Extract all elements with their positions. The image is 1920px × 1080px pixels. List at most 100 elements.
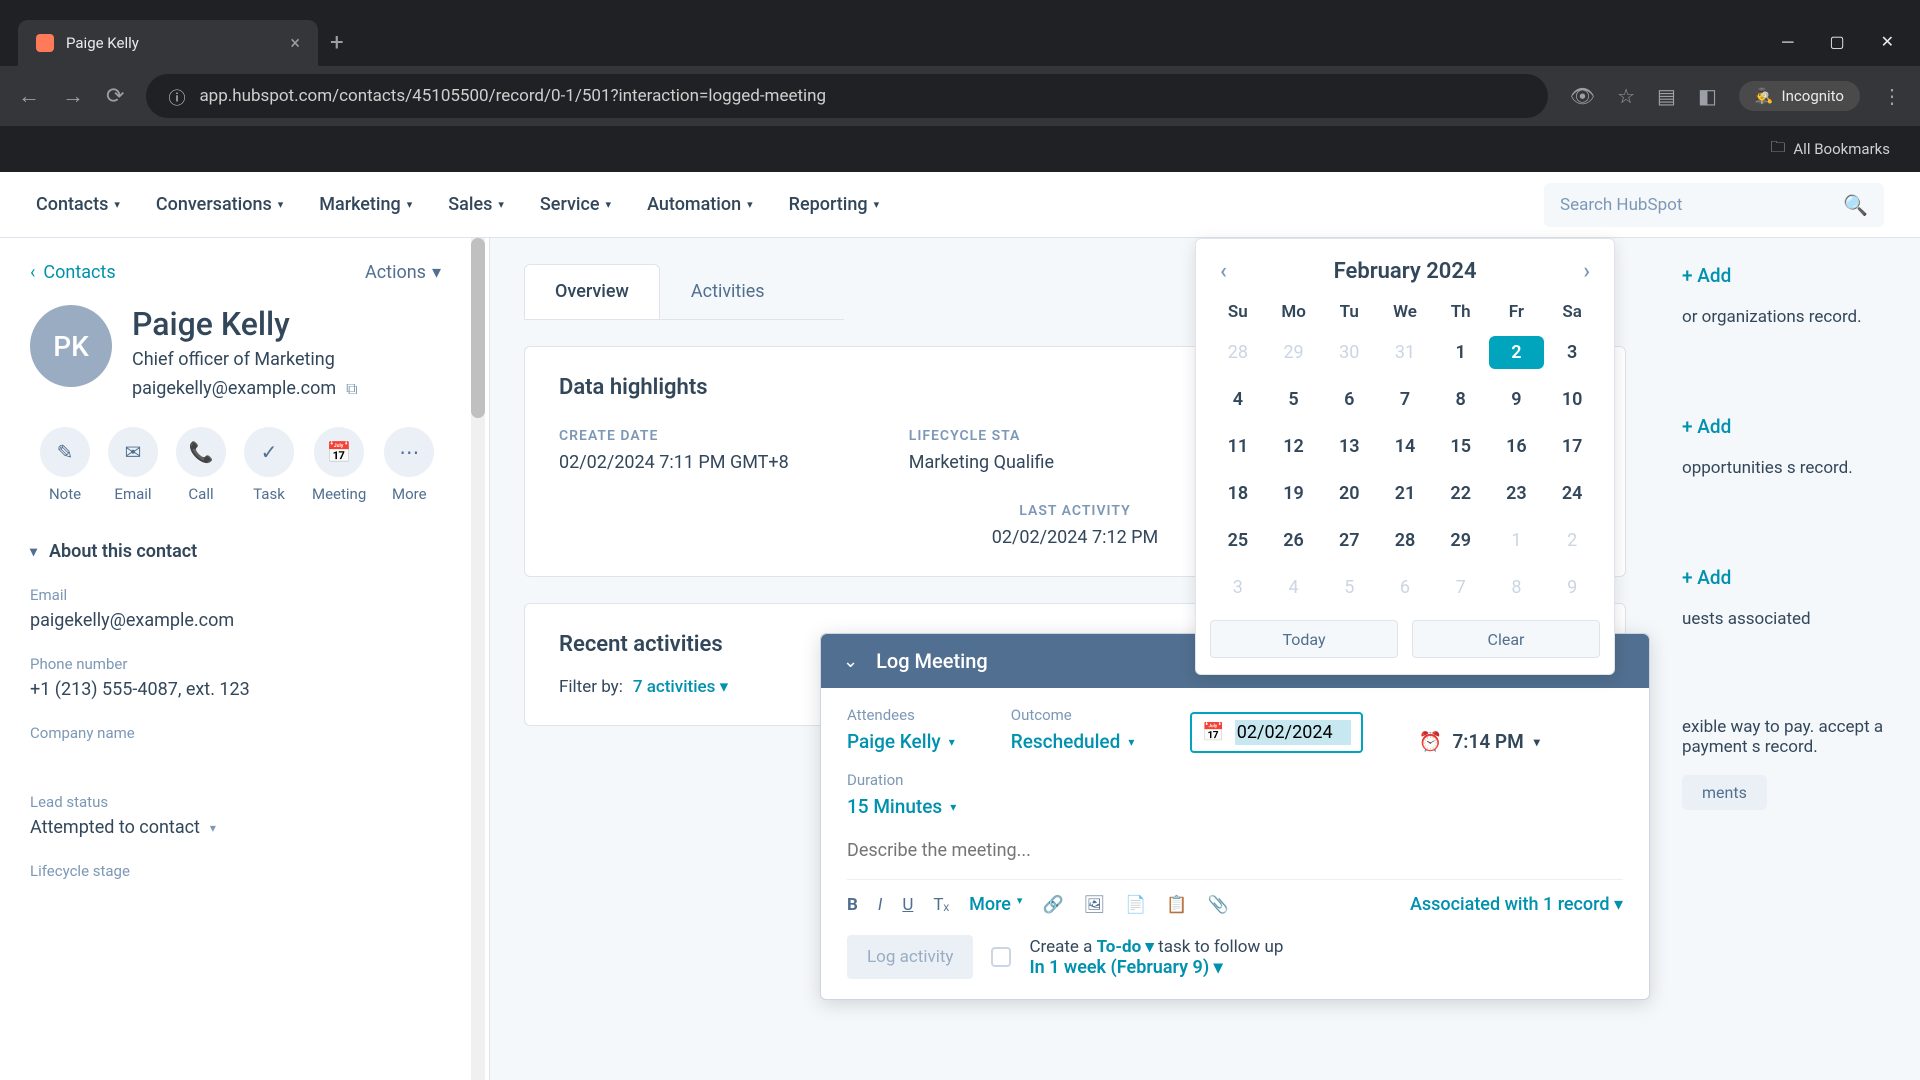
calendar-day[interactable]: 3 <box>1210 571 1266 604</box>
meeting-button[interactable]: 📅Meeting <box>312 427 366 503</box>
all-bookmarks-link[interactable]: All Bookmarks <box>1793 140 1890 158</box>
email-button[interactable]: ✉Email <box>108 427 158 503</box>
new-tab-button[interactable]: + <box>330 28 344 56</box>
tab-overview[interactable]: Overview <box>524 264 660 319</box>
followup-date-dropdown[interactable]: In 1 week (February 9) ▾ <box>1029 957 1283 978</box>
image-icon[interactable]: 🖼 <box>1084 895 1106 915</box>
attach-icon[interactable]: 📎 <box>1208 895 1229 915</box>
calendar-day[interactable]: 17 <box>1544 430 1600 463</box>
calendar-day[interactable]: 1 <box>1433 336 1489 369</box>
calendar-day[interactable]: 7 <box>1377 383 1433 416</box>
calendar-day[interactable]: 8 <box>1433 383 1489 416</box>
snippet-icon[interactable]: 📄 <box>1125 895 1146 915</box>
add-company-button[interactable]: + Add <box>1682 264 1898 287</box>
nav-service[interactable]: Service▾ <box>540 194 611 215</box>
clear-format-icon[interactable]: Tₓ <box>933 895 949 915</box>
email-field[interactable]: paigekelly@example.com <box>30 610 459 631</box>
calendar-day[interactable]: 2 <box>1544 524 1600 557</box>
calendar-day[interactable]: 2 <box>1489 336 1545 369</box>
bold-icon[interactable]: B <box>847 895 858 915</box>
calendar-day[interactable]: 5 <box>1321 571 1377 604</box>
about-section-header[interactable]: ▾ About this contact <box>30 541 459 562</box>
address-bar[interactable]: ⓘ app.hubspot.com/contacts/45105500/reco… <box>146 74 1547 118</box>
calendar-day[interactable]: 26 <box>1266 524 1322 557</box>
forward-icon[interactable]: → <box>62 83 84 109</box>
next-month-button[interactable]: › <box>1583 259 1590 284</box>
calendar-day[interactable]: 20 <box>1321 477 1377 510</box>
nav-marketing[interactable]: Marketing▾ <box>319 194 412 215</box>
calendar-day[interactable]: 7 <box>1433 571 1489 604</box>
prev-month-button[interactable]: ‹ <box>1220 259 1227 284</box>
search-input[interactable]: Search HubSpot 🔍 <box>1544 183 1884 227</box>
bookmark-star-icon[interactable]: ☆ <box>1617 84 1635 108</box>
link-icon[interactable]: 🔗 <box>1042 895 1063 915</box>
call-button[interactable]: 📞Call <box>176 427 226 503</box>
calendar-day[interactable]: 1 <box>1489 524 1545 557</box>
more-format-dropdown[interactable]: More▾ <box>969 894 1022 915</box>
nav-automation[interactable]: Automation▾ <box>647 194 753 215</box>
date-field[interactable] <box>1235 720 1351 745</box>
filter-dropdown[interactable]: 7 activities ▾ <box>633 677 728 697</box>
calendar-day[interactable]: 8 <box>1489 571 1545 604</box>
copy-icon[interactable]: ⧉ <box>346 379 357 399</box>
calendar-day[interactable]: 11 <box>1210 430 1266 463</box>
back-icon[interactable]: ← <box>18 83 40 109</box>
description-input[interactable] <box>847 840 1623 861</box>
calendar-day[interactable]: 12 <box>1266 430 1322 463</box>
minimize-icon[interactable]: ─ <box>1782 32 1793 52</box>
incognito-badge[interactable]: 🕵 Incognito <box>1739 81 1860 111</box>
time-dropdown[interactable]: ⏰ 7:14 PM▾ <box>1419 730 1540 753</box>
calendar-day[interactable]: 13 <box>1321 430 1377 463</box>
task-button[interactable]: ✓Task <box>244 427 294 503</box>
today-button[interactable]: Today <box>1210 620 1398 658</box>
doc-icon[interactable]: 📋 <box>1166 895 1187 915</box>
calendar-day[interactable]: 10 <box>1544 383 1600 416</box>
calendar-day[interactable]: 29 <box>1433 524 1489 557</box>
calendar-day[interactable]: 31 <box>1377 336 1433 369</box>
calendar-day[interactable]: 30 <box>1321 336 1377 369</box>
calendar-day[interactable]: 24 <box>1544 477 1600 510</box>
calendar-day[interactable]: 6 <box>1321 383 1377 416</box>
phone-field[interactable]: +1 (213) 555-4087, ext. 123 <box>30 679 459 700</box>
associated-dropdown[interactable]: Associated with 1 record ▾ <box>1410 894 1623 915</box>
reload-icon[interactable]: ⟳ <box>106 84 124 109</box>
lead-status-select[interactable]: Attempted to contact▾ <box>30 817 459 838</box>
italic-icon[interactable]: I <box>878 895 882 915</box>
clear-button[interactable]: Clear <box>1412 620 1600 658</box>
calendar-day[interactable]: 9 <box>1489 383 1545 416</box>
tab-activities[interactable]: Activities <box>660 264 796 319</box>
note-button[interactable]: ✎Note <box>40 427 90 503</box>
nav-sales[interactable]: Sales▾ <box>448 194 504 215</box>
calendar-day[interactable]: 3 <box>1544 336 1600 369</box>
chrome-menu-icon[interactable]: ⋮ <box>1882 84 1902 108</box>
log-activity-button[interactable]: Log activity <box>847 935 973 979</box>
todo-checkbox[interactable] <box>991 947 1011 967</box>
payments-pill[interactable]: ments <box>1682 775 1767 810</box>
maximize-icon[interactable]: ▢ <box>1829 32 1844 52</box>
date-input[interactable]: 📅 <box>1190 712 1362 753</box>
more-button[interactable]: ⋯More <box>384 427 434 503</box>
site-info-icon[interactable]: ⓘ <box>168 84 185 109</box>
attendees-dropdown[interactable]: Paige Kelly▾ <box>847 730 955 753</box>
calendar-day[interactable]: 29 <box>1266 336 1322 369</box>
duration-dropdown[interactable]: 15 Minutes▾ <box>847 795 1623 818</box>
calendar-day[interactable]: 5 <box>1266 383 1322 416</box>
close-tab-icon[interactable]: × <box>290 33 300 54</box>
close-window-icon[interactable]: ✕ <box>1881 32 1894 52</box>
browser-tab[interactable]: Paige Kelly × <box>18 20 318 66</box>
calendar-day[interactable]: 16 <box>1489 430 1545 463</box>
company-field[interactable] <box>30 748 459 769</box>
actions-dropdown[interactable]: Actions▾ <box>365 262 441 283</box>
nav-contacts[interactable]: Contacts▾ <box>36 194 120 215</box>
calendar-day[interactable]: 28 <box>1210 336 1266 369</box>
outcome-dropdown[interactable]: Rescheduled▾ <box>1011 730 1135 753</box>
calendar-day[interactable]: 22 <box>1433 477 1489 510</box>
calendar-day[interactable]: 15 <box>1433 430 1489 463</box>
calendar-day[interactable]: 4 <box>1210 383 1266 416</box>
calendar-day[interactable]: 27 <box>1321 524 1377 557</box>
calendar-day[interactable]: 19 <box>1266 477 1322 510</box>
calendar-day[interactable]: 4 <box>1266 571 1322 604</box>
calendar-day[interactable]: 21 <box>1377 477 1433 510</box>
scrollbar-thumb[interactable] <box>471 238 485 418</box>
add-deal-button[interactable]: + Add <box>1682 415 1898 438</box>
